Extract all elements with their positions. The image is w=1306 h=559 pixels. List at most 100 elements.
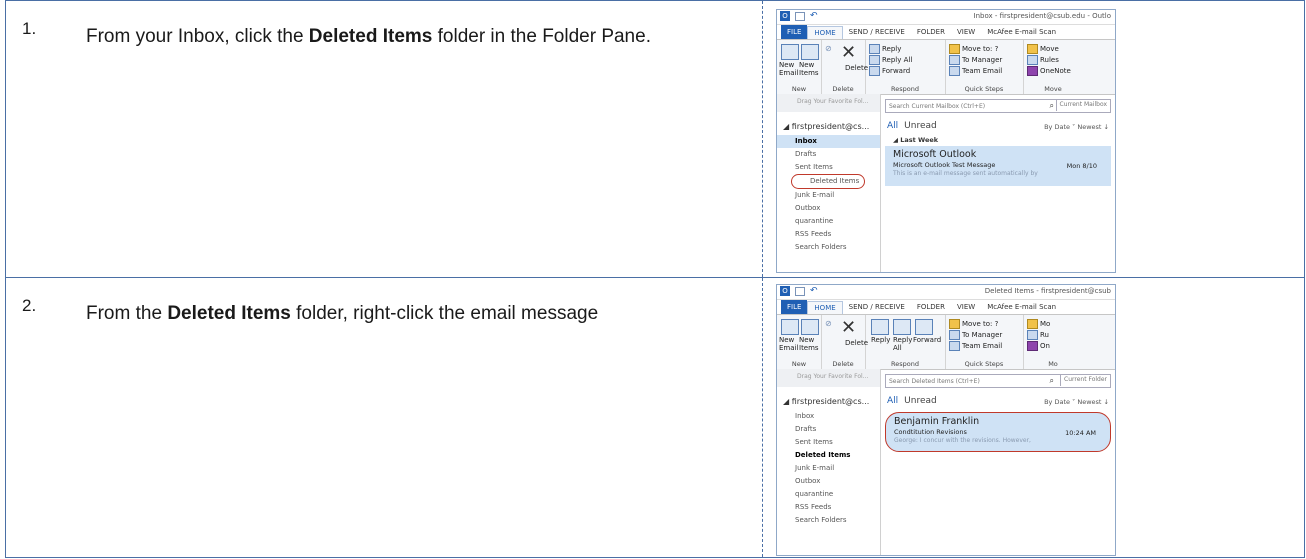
quick-access-toolbar: O ↶ (780, 11, 820, 21)
instruction-bold: Deleted Items (308, 26, 433, 47)
search-icon[interactable]: ⌕ (1050, 101, 1054, 111)
move-to-quick-step[interactable]: Move to: ? (949, 44, 998, 54)
outlook-screenshot-2: O ↶ Deleted Items - firstpresident@csub … (776, 284, 1116, 556)
column-divider (762, 1, 763, 277)
team-email-quick-step[interactable]: Team Email (949, 66, 1002, 76)
tab-send-receive[interactable]: SEND / RECEIVE (843, 303, 911, 311)
folder-junk-email[interactable]: Junk E-mail (777, 189, 880, 202)
sort-dropdown[interactable]: By Date ˅ Newest ↓ (1044, 123, 1109, 131)
folder-deleted-items[interactable]: Deleted Items (791, 174, 865, 189)
tab-mcafee[interactable]: McAfee E-mail Scan (981, 303, 1062, 311)
send-receive-icon[interactable] (795, 287, 805, 296)
account-header[interactable]: ◢ firstpresident@cs... (777, 387, 880, 410)
ignore-icon[interactable]: ⊘ (825, 319, 832, 328)
send-receive-icon[interactable] (795, 12, 805, 21)
folder-search-folders[interactable]: Search Folders (777, 514, 880, 527)
tab-home[interactable]: HOME (807, 25, 843, 39)
search-scope-dropdown[interactable]: Current Folder (1060, 374, 1110, 386)
new-items-icon (801, 44, 819, 60)
new-items-button[interactable]: New Items (799, 336, 819, 352)
folder-rss-feeds[interactable]: RSS Feeds (777, 501, 880, 514)
reply-all-button[interactable]: Reply All (893, 336, 912, 352)
new-items-button[interactable]: New Items (799, 61, 819, 77)
account-header[interactable]: ◢ firstpresident@cs... (777, 112, 880, 135)
to-manager-quick-step[interactable]: To Manager (949, 55, 1002, 65)
to-manager-quick-step[interactable]: To Manager (949, 330, 1002, 340)
folder-inbox[interactable]: Inbox (777, 135, 880, 148)
filter-all[interactable]: All (887, 121, 898, 133)
folder-deleted-items[interactable]: Deleted Items (777, 449, 880, 462)
tab-file[interactable]: FILE (781, 300, 808, 314)
tab-view[interactable]: VIEW (951, 303, 981, 311)
folder-pane: Drag Your Favorite Fol... ◢ firstpreside… (777, 369, 881, 555)
move-button[interactable]: Move (1027, 44, 1059, 54)
search-box[interactable]: Search Deleted Items (Ctrl+E) ⌕ Current … (885, 374, 1111, 388)
delete-x-icon[interactable]: ✕ (841, 42, 856, 63)
folder-icon (1027, 319, 1038, 329)
folder-pane: Drag Your Favorite Fol... ◢ firstpreside… (777, 94, 881, 272)
tab-send-receive[interactable]: SEND / RECEIVE (843, 28, 911, 36)
folder-drafts[interactable]: Drafts (777, 423, 880, 436)
tab-file[interactable]: FILE (781, 25, 808, 39)
group-label: Respond (891, 85, 919, 93)
reply-all-button[interactable]: Reply All (869, 55, 912, 65)
move-to-quick-step[interactable]: Move to: ? (949, 319, 998, 329)
reply-label: Reply (882, 45, 902, 53)
message-item[interactable]: Microsoft Outlook Microsoft Outlook Test… (885, 146, 1111, 186)
group-header[interactable]: ◢ Last Week (893, 136, 1115, 144)
reply-icon (871, 319, 889, 335)
folder-rss-feeds[interactable]: RSS Feeds (777, 228, 880, 241)
forward-button[interactable]: Forward (869, 66, 910, 76)
search-box[interactable]: Search Current Mailbox (Ctrl+E) ⌕ Curren… (885, 99, 1111, 113)
reply-button[interactable]: Reply (871, 336, 890, 344)
favorites-drag-hint: Drag Your Favorite Fol... (777, 94, 880, 112)
new-email-button[interactable]: New Email (779, 61, 798, 77)
tab-home[interactable]: HOME (807, 300, 843, 314)
team-email-quick-step[interactable]: Team Email (949, 341, 1002, 351)
rules-button[interactable]: Ru (1027, 330, 1049, 340)
forward-button[interactable]: Forward (913, 336, 941, 344)
filter-unread[interactable]: Unread (904, 396, 937, 408)
folder-search-folders[interactable]: Search Folders (777, 241, 880, 254)
mail-icon (949, 341, 960, 351)
search-scope-dropdown[interactable]: Current Mailbox (1055, 99, 1110, 111)
forward-label: Forward (882, 67, 911, 75)
folder-junk-email[interactable]: Junk E-mail (777, 462, 880, 475)
group-new: New Email New Items New (777, 40, 822, 94)
undo-icon[interactable]: ↶ (810, 11, 820, 21)
new-email-button[interactable]: New Email (779, 336, 798, 352)
folder-sent-items[interactable]: Sent Items (777, 161, 880, 174)
folder-outbox[interactable]: Outbox (777, 202, 880, 215)
move-button[interactable]: Mo (1027, 319, 1050, 329)
folder-inbox[interactable]: Inbox (777, 410, 880, 423)
onenote-button[interactable]: OneNote (1027, 66, 1071, 76)
filter-all[interactable]: All (887, 396, 898, 408)
tab-folder[interactable]: FOLDER (911, 28, 951, 36)
sort-dropdown[interactable]: By Date ˅ Newest ↓ (1044, 398, 1109, 406)
folder-quarantine[interactable]: quarantine (777, 488, 880, 501)
message-list: Search Deleted Items (Ctrl+E) ⌕ Current … (881, 369, 1115, 555)
group-move: Mo Ru On Mo (1023, 315, 1083, 369)
tab-folder[interactable]: FOLDER (911, 303, 951, 311)
tab-mcafee[interactable]: McAfee E-mail Scan (981, 28, 1062, 36)
onenote-button[interactable]: On (1027, 341, 1050, 351)
tab-view[interactable]: VIEW (951, 28, 981, 36)
folder-quarantine[interactable]: quarantine (777, 215, 880, 228)
folder-drafts[interactable]: Drafts (777, 148, 880, 161)
group-label: Delete (832, 360, 854, 368)
folder-outbox[interactable]: Outbox (777, 475, 880, 488)
outlook-screenshot-1: O ↶ Inbox - firstpresident@csub.edu - Ou… (776, 9, 1116, 273)
reply-button[interactable]: Reply (869, 44, 901, 54)
message-item[interactable]: Benjamin Franklin Condtitution Revisions… (885, 412, 1111, 452)
window-title: Deleted Items - firstpresident@csub (984, 287, 1111, 295)
search-icon[interactable]: ⌕ (1050, 376, 1054, 386)
filter-bar: All Unread By Date ˅ Newest ↓ (887, 396, 1111, 408)
filter-unread[interactable]: Unread (904, 121, 937, 133)
group-quick-steps: Move to: ? To Manager Team Email Quick S… (945, 315, 1024, 369)
delete-x-icon[interactable]: ✕ (841, 317, 856, 338)
forward-icon (915, 319, 933, 335)
rules-button[interactable]: Rules (1027, 55, 1059, 65)
folder-sent-items[interactable]: Sent Items (777, 436, 880, 449)
undo-icon[interactable]: ↶ (810, 286, 820, 296)
ignore-icon[interactable]: ⊘ (825, 44, 832, 53)
